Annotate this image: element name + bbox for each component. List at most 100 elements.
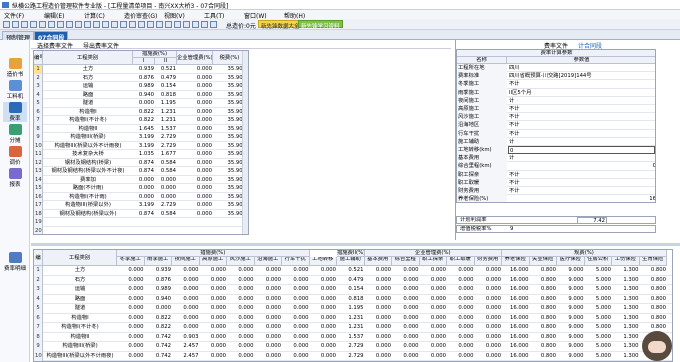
detail-cell[interactable]: 0.000 xyxy=(392,276,420,286)
table-cell[interactable]: 1.231 xyxy=(155,116,177,125)
detail-cell[interactable]: 0.000 xyxy=(200,295,228,305)
detail-cell[interactable]: 0.000 xyxy=(447,276,475,286)
detail-cell[interactable]: 0.000 xyxy=(227,342,255,352)
table-cell[interactable]: 0.000 xyxy=(177,133,213,142)
detail-cell[interactable]: 0.000 xyxy=(447,342,475,352)
table-row[interactable]: 5 隧道 0.000 1.195 0.000 35.900 xyxy=(34,99,248,108)
table-cell[interactable]: 0.154 xyxy=(155,82,177,91)
param-row[interactable]: 财务费用 不计 xyxy=(457,187,655,196)
detail-cell[interactable]: 1.300 xyxy=(612,276,640,286)
detail-cell[interactable]: 0.939 xyxy=(145,266,173,276)
table-cell[interactable]: 运输 xyxy=(43,82,133,91)
table-cell[interactable]: 土方 xyxy=(43,65,133,74)
toolbar-icon-18[interactable] xyxy=(165,21,172,28)
table-cell[interactable]: 构造物I xyxy=(43,108,133,117)
table-cell[interactable]: 2.729 xyxy=(155,133,177,142)
table-cell[interactable]: 0.000 xyxy=(155,184,177,193)
detail-cell[interactable]: 0.000 xyxy=(255,285,283,295)
detail-cell[interactable]: 0.000 xyxy=(365,333,393,343)
param-row[interactable]: 职工取暖 不计 xyxy=(457,178,655,187)
detail-cell[interactable]: 0.800 xyxy=(640,304,668,314)
detail-cell[interactable]: 0.000 xyxy=(392,304,420,314)
detail-cell[interactable]: 5.000 xyxy=(585,295,613,305)
toolbar-icon-14[interactable] xyxy=(129,21,136,28)
detail-cell[interactable]: 1.300 xyxy=(612,304,640,314)
detail-cell[interactable]: 0.000 xyxy=(475,304,503,314)
detail-cell[interactable]: 0.000 xyxy=(310,276,338,286)
detail-cell[interactable]: 0.000 xyxy=(255,276,283,286)
detail-cell[interactable]: 0.000 xyxy=(117,333,145,343)
detail-cell[interactable]: 16.000 xyxy=(502,342,530,352)
detail-cell[interactable]: 0.000 xyxy=(200,342,228,352)
param-row[interactable]: 职工探亲 不计 xyxy=(457,170,655,179)
table-cell[interactable]: 0.000 xyxy=(177,167,213,176)
table-cell[interactable]: 路面(不计雨) xyxy=(43,184,133,193)
detail-cell[interactable]: 0.000 xyxy=(392,342,420,352)
table-cell[interactable] xyxy=(155,218,177,227)
toolbar-icon-2[interactable] xyxy=(21,21,28,28)
detail-cell[interactable]: 构造物III(桥梁) xyxy=(43,342,117,352)
table-row[interactable]: 16 构造物I(不计雨) 0.000 0.000 0.000 35.900 xyxy=(34,192,248,202)
param-value[interactable]: 计 xyxy=(508,154,655,162)
table-cell[interactable]: 隧道 xyxy=(43,99,133,108)
detail-cell[interactable]: 0.000 xyxy=(392,285,420,295)
table-row[interactable]: 10 构造物III(桥梁以外不计雨夜) 3.199 2.729 0.000 35.900 xyxy=(34,141,248,151)
detail-cell[interactable]: 路面 xyxy=(43,295,117,305)
detail-cell[interactable]: 0.800 xyxy=(530,352,558,362)
detail-cell[interactable]: 0.989 xyxy=(145,285,173,295)
detail-cell[interactable]: 0.000 xyxy=(420,304,448,314)
table-row[interactable]: 17 构造物III(桥梁以外) 3.199 2.729 0.000 35.900 xyxy=(34,201,248,210)
detail-row[interactable]: 3 运输 0.000 0.989 0.000 0.000 0.000 0.000 0.000 0.… xyxy=(34,285,672,295)
table-row[interactable]: 3 运输 0.989 0.154 0.000 35.900 xyxy=(34,82,248,91)
table-cell[interactable]: 3.199 xyxy=(133,142,155,151)
detail-row[interactable]: 6 构造物I 0.000 0.822 0.000 0.000 0.000 0.000 0.000… xyxy=(34,313,672,324)
detail-cell[interactable]: 0.000 xyxy=(172,295,200,305)
param-value[interactable]: 不计 xyxy=(508,179,655,187)
detail-cell[interactable]: 0.000 xyxy=(200,333,228,343)
table-cell[interactable]: 0.000 xyxy=(155,193,177,202)
detail-cell[interactable]: 0.000 xyxy=(447,266,475,276)
table-cell[interactable]: 0.000 xyxy=(177,184,213,193)
tab-manage[interactable]: 预制管理 xyxy=(2,31,35,42)
detail-cell[interactable]: 0.000 xyxy=(392,266,420,276)
table-cell[interactable]: 1.195 xyxy=(155,99,177,108)
detail-cell[interactable]: 构造物I(不计冬) xyxy=(43,323,117,333)
detail-cell[interactable]: 1.195 xyxy=(337,304,365,314)
param-value[interactable]: II区5个月 xyxy=(508,89,655,97)
table-cell[interactable] xyxy=(155,227,177,235)
detail-cell[interactable]: 0.000 xyxy=(117,342,145,352)
detail-cell[interactable]: 0.800 xyxy=(640,266,668,276)
detail-cell[interactable]: 0.000 xyxy=(145,304,173,314)
detail-cell[interactable]: 0.000 xyxy=(310,314,338,324)
table-cell[interactable] xyxy=(177,227,213,235)
toolbar-icon-15[interactable] xyxy=(138,21,145,28)
table-cell[interactable]: 构造物III(桥梁以外不计雨夜) xyxy=(43,142,133,151)
detail-cell[interactable]: 0.000 xyxy=(365,276,393,286)
table-row[interactable]: 11 技术复杂大桥 1.035 1.677 0.000 35.900 xyxy=(34,150,248,159)
detail-cell[interactable]: 0.800 xyxy=(530,295,558,305)
data-badge-button[interactable]: 新先锋数据大全 xyxy=(258,20,303,30)
detail-cell[interactable]: 0.800 xyxy=(530,266,558,276)
param-value[interactable]: 0 xyxy=(508,146,655,155)
detail-cell[interactable]: 9.000 xyxy=(557,323,585,333)
detail-cell[interactable]: 0.000 xyxy=(227,314,255,324)
table-row[interactable]: 1 土方 0.939 0.521 0.000 35.900 xyxy=(34,65,248,74)
table-cell[interactable]: 0.000 xyxy=(133,176,155,185)
table-cell[interactable]: 0.000 xyxy=(177,142,213,151)
toolbar-icon-9[interactable] xyxy=(84,21,91,28)
table-cell[interactable]: 1.231 xyxy=(155,108,177,117)
param-value[interactable]: 计 xyxy=(508,97,655,105)
detail-cell[interactable]: 0.000 xyxy=(310,285,338,295)
table-cell[interactable] xyxy=(133,227,155,235)
detail-cell[interactable]: 0.000 xyxy=(475,276,503,286)
detail-cell[interactable]: 9.000 xyxy=(557,295,585,305)
table-cell[interactable]: 0.000 xyxy=(177,65,213,74)
detail-cell[interactable]: 0.000 xyxy=(475,342,503,352)
detail-cell[interactable]: 0.000 xyxy=(227,352,255,362)
detail-cell[interactable]: 0.000 xyxy=(255,342,283,352)
param-row[interactable]: 沿海地区 不计 xyxy=(457,121,655,130)
detail-cell[interactable]: 0.000 xyxy=(255,266,283,276)
sidebar-item-3[interactable]: 分摊 xyxy=(3,124,27,144)
detail-cell[interactable]: 0.000 xyxy=(365,285,393,295)
detail-cell[interactable]: 0.800 xyxy=(640,295,668,305)
